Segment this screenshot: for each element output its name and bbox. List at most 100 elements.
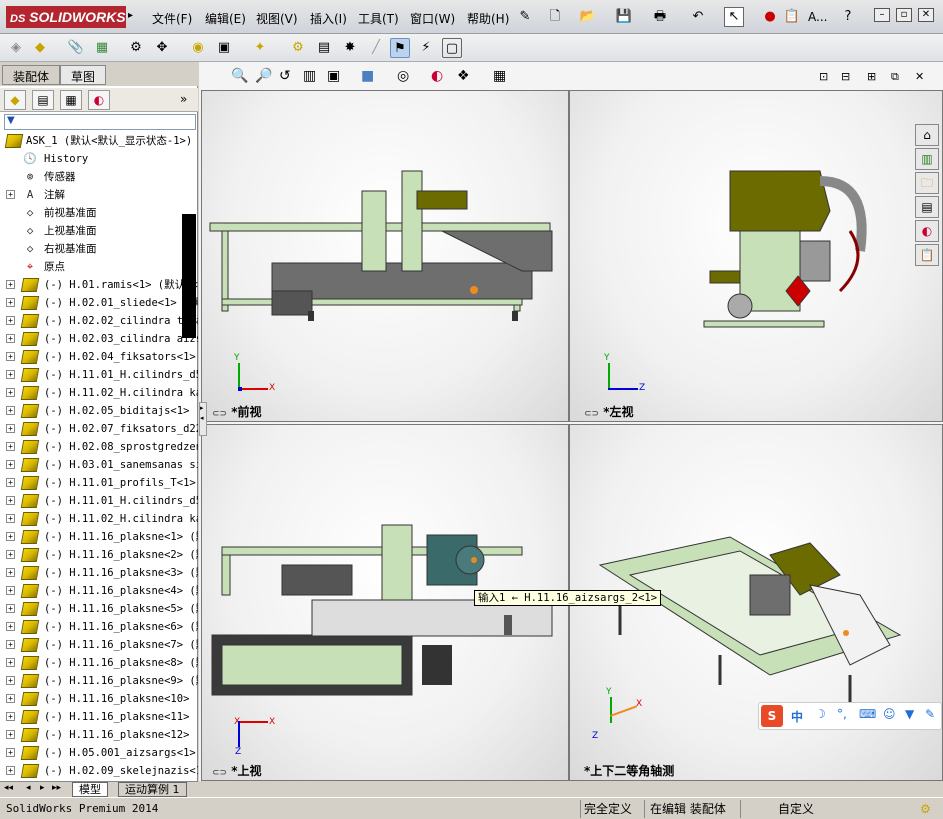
menu-tools[interactable]: 工具(T) — [358, 10, 399, 27]
ime-keyboard-icon[interactable]: ⌨ — [859, 707, 876, 721]
expand-icon[interactable]: + — [6, 280, 15, 289]
tree-item[interactable]: + (-) H.11.16_plaksne<6> (默 — [0, 618, 198, 636]
view-orientation-icon[interactable]: ▣ — [327, 68, 340, 84]
viewport-front[interactable]: Y X ⊂⊃ *前视 — [201, 90, 569, 422]
zoom-area-icon[interactable]: 🔎 — [255, 68, 272, 84]
tree-item[interactable]: + (-) H.11.16_plaksne<8> (默 — [0, 654, 198, 672]
tree-item[interactable]: + (-) H.02.03_cilindra aizs — [0, 330, 198, 348]
save-icon[interactable]: 💾 — [614, 7, 634, 27]
rebuild-icon[interactable]: ● — [760, 7, 780, 27]
menu-insert[interactable]: 插入(I) — [310, 10, 347, 27]
undo-icon[interactable]: ↶ — [688, 7, 708, 27]
expand-icon[interactable]: + — [6, 532, 15, 541]
link-icon[interactable]: ⊂⊃ — [584, 409, 599, 419]
expand-icon[interactable]: + — [6, 298, 15, 307]
tree-item[interactable]: + (-) H.02.09_skelejnazis<1> — [0, 762, 198, 780]
tree-item[interactable]: + (-) H.11.16_plaksne<5> (默 — [0, 600, 198, 618]
tree-item[interactable]: + (-) H.11.02_H.cilindra ka — [0, 384, 198, 402]
tree-item[interactable]: + (-) H.02.04_fiksators<1> — [0, 348, 198, 366]
expand-icon[interactable]: + — [6, 766, 15, 775]
tree-item[interactable]: ◇ 前视基准面 — [0, 204, 198, 222]
help-icon[interactable]: ? — [838, 7, 858, 27]
tree-item[interactable]: + A 注解 — [0, 186, 198, 204]
tree-item[interactable]: ◇ 右视基准面 — [0, 240, 198, 258]
tree-item[interactable]: + (-) H.11.16_plaksne<2> (默 — [0, 546, 198, 564]
tree-item[interactable]: + (-) H.11.16_plaksne<10> ( — [0, 690, 198, 708]
tree-item[interactable]: ◇ 上视基准面 — [0, 222, 198, 240]
expand-icon[interactable]: + — [6, 604, 15, 613]
property-manager-icon[interactable]: ▤ — [32, 90, 54, 110]
show-hidden-icon[interactable]: ◉ — [188, 38, 208, 58]
hide-show-items-icon[interactable]: ◎ — [397, 68, 409, 84]
bill-of-materials-icon[interactable]: ▤ — [314, 38, 334, 58]
explode-line-icon[interactable]: ╱ — [366, 38, 386, 58]
print-icon[interactable]: 🖶 — [650, 7, 670, 27]
expand-icon[interactable]: + — [6, 676, 15, 685]
custom-properties-icon[interactable]: 📋 — [915, 244, 939, 266]
expand-icon[interactable]: + — [6, 694, 15, 703]
menu-file[interactable]: 文件(F) — [152, 10, 192, 27]
interference-check-icon[interactable]: ⚑ — [390, 38, 410, 58]
menu-edit[interactable]: 编辑(E) — [205, 10, 246, 27]
expand-icon[interactable]: + — [6, 496, 15, 505]
expand-icon[interactable]: + — [6, 424, 15, 433]
display-manager-icon[interactable]: ◐ — [88, 90, 110, 110]
expand-icon[interactable]: + — [6, 712, 15, 721]
tree-item[interactable]: + (-) H.11.01_H.cilindrs_d50 — [0, 366, 198, 384]
tree-item[interactable]: + (-) H.02.05_biditajs<1> ( — [0, 402, 198, 420]
view-palette-icon[interactable]: ▤ — [915, 196, 939, 218]
clearance-icon[interactable]: ⚡ — [416, 38, 436, 58]
ime-logo[interactable]: S — [761, 705, 783, 727]
pin-icon[interactable]: ✎ — [515, 7, 535, 27]
ime-skin-icon[interactable]: ▼ — [905, 707, 914, 721]
scroll-next-icon[interactable]: ▸ — [40, 783, 45, 793]
tree-item[interactable]: 🕓 History — [0, 150, 198, 168]
edit-component-icon[interactable]: ◈ — [6, 38, 26, 58]
link-icon[interactable]: ⊂⊃ — [212, 768, 227, 778]
ime-settings-icon[interactable]: ✎ — [925, 707, 935, 721]
expand-icon[interactable]: + — [6, 316, 15, 325]
tree-item[interactable]: + (-) H.02.01_sliede<1> (默认 — [0, 294, 198, 312]
tree-item[interactable]: + (-) H.02.08_sprostgredzens — [0, 438, 198, 456]
new-motion-study-icon[interactable]: ⚙ — [288, 38, 308, 58]
graphics-area[interactable]: 🔍 🔎 ↺ ▥ ▣ ■ ◎ ◐ ❖ ▦ ⊡ ⊟ ⊞ ⧉ ✕ Y X ⊂⊃ *前视… — [199, 62, 943, 781]
tree-item[interactable]: + (-) H.02.02_cilindra tapa — [0, 312, 198, 330]
zoom-to-fit-icon[interactable]: 🔍 — [231, 68, 248, 84]
menu-help[interactable]: 帮助(H) — [467, 10, 509, 27]
status-units[interactable]: 自定义 — [778, 801, 814, 817]
expand-icon[interactable]: + — [6, 730, 15, 739]
restore-icon[interactable]: ▫ — [896, 8, 912, 22]
display-style-icon[interactable]: ■ — [361, 68, 374, 84]
tab-model[interactable]: 模型 — [72, 782, 108, 797]
open-icon[interactable]: 📂 — [578, 7, 598, 27]
tree-item[interactable]: ⌖ 原点 — [0, 258, 198, 276]
move-component-icon[interactable]: ✥ — [152, 38, 172, 58]
apply-scene-icon[interactable]: ❖ — [457, 68, 470, 84]
tree-root[interactable]: ASK_1 (默认<默认_显示状态-1>) — [0, 132, 198, 150]
ime-mode-toggle[interactable]: 中 — [791, 708, 803, 725]
expand-icon[interactable]: + — [6, 586, 15, 595]
search-commands[interactable]: A... — [808, 10, 827, 24]
tree-item[interactable]: + (-) H.11.16_plaksne<11> ( — [0, 708, 198, 726]
tree-item[interactable]: + (-) H.11.16_plaksne<12> ( — [0, 726, 198, 744]
ime-moon-icon[interactable]: ☽ — [815, 707, 826, 721]
tree-item[interactable]: + (-) H.05.001_aizsargs<1> — [0, 744, 198, 762]
expand-icon[interactable]: + — [6, 658, 15, 667]
exploded-view-icon[interactable]: ✸ — [340, 38, 360, 58]
pane-splitter-handle[interactable]: ▸ ◂ — [199, 402, 207, 436]
tree-item[interactable]: + (-) H.11.16_plaksne<4> (默 — [0, 582, 198, 600]
rebuild-status-icon[interactable]: ⚙ — [920, 801, 931, 817]
tree-item[interactable]: + (-) H.11.16_plaksne<7> (默 — [0, 636, 198, 654]
tab-sketch[interactable]: 草图 — [60, 65, 107, 85]
tree-item[interactable]: + (-) H.11.16_plaksne<3> (默 — [0, 564, 198, 582]
file-explorer-icon[interactable]: 🗀 — [915, 172, 939, 194]
configuration-manager-icon[interactable]: ▦ — [60, 90, 82, 110]
four-view-icon[interactable]: ⊞ — [867, 70, 876, 83]
expand-icon[interactable]: + — [6, 388, 15, 397]
tab-motion-study[interactable]: 运动算例 1 — [118, 782, 187, 797]
two-view-icon[interactable]: ⊟ — [841, 70, 850, 83]
tree-item[interactable]: + (-) H.11.16_plaksne<1> (默 — [0, 528, 198, 546]
expand-icon[interactable]: + — [6, 568, 15, 577]
view-settings-icon[interactable]: ▦ — [493, 68, 506, 84]
tree-item[interactable]: + (-) H.02.07_fiksators_d22 — [0, 420, 198, 438]
